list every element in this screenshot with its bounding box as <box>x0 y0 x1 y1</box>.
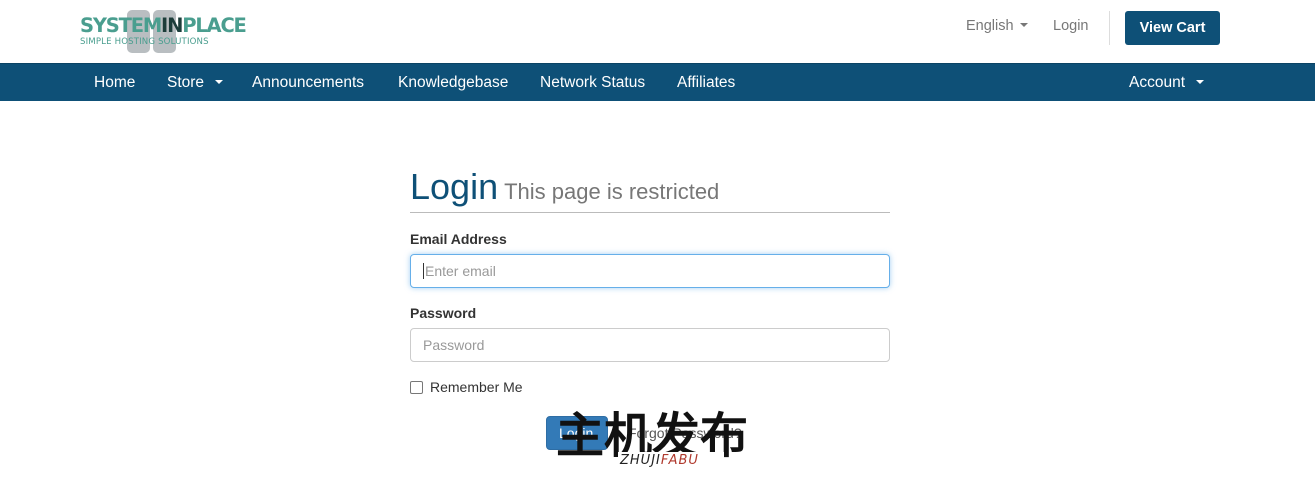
nav-item-home[interactable]: Home <box>94 64 135 101</box>
chevron-down-icon <box>1196 79 1205 84</box>
main-navbar: Home Store Announcements Knowledgebase N… <box>0 63 1315 101</box>
remember-me-checkbox[interactable] <box>410 380 423 394</box>
nav-item-network-status[interactable]: Network Status <box>540 64 645 101</box>
nav-item-affiliates[interactable]: Affiliates <box>677 64 735 101</box>
remember-me[interactable]: Remember Me <box>410 379 523 395</box>
nav-item-knowledgebase[interactable]: Knowledgebase <box>398 64 508 101</box>
email-placeholder: Enter email <box>425 263 496 279</box>
page-title: Login This page is restricted <box>410 166 719 208</box>
remember-me-label: Remember Me <box>430 379 523 395</box>
password-field[interactable]: Password <box>410 328 890 362</box>
view-cart-button[interactable]: View Cart <box>1125 11 1220 45</box>
login-heading: Login <box>410 166 499 207</box>
title-divider <box>410 212 890 213</box>
password-placeholder: Password <box>423 337 485 353</box>
email-field[interactable]: Enter email <box>410 254 890 288</box>
nav-item-store[interactable]: Store <box>167 64 224 101</box>
chevron-down-icon <box>215 79 224 84</box>
language-label: English <box>966 18 1014 34</box>
text-cursor <box>423 263 424 280</box>
site-header: SYSTEMINPLACE SIMPLE HOSTING SOLUTIONS E… <box>0 0 1315 63</box>
login-subheading: This page is restricted <box>504 179 720 204</box>
nav-item-label: Account <box>1129 74 1186 91</box>
chevron-down-icon <box>1019 23 1028 28</box>
nav-item-account[interactable]: Account <box>1129 64 1205 101</box>
header-divider <box>1109 11 1110 45</box>
email-label: Email Address <box>410 231 507 247</box>
nav-item-announcements[interactable]: Announcements <box>252 64 364 101</box>
logo-wordmark: SYSTEMINPLACE <box>80 14 247 37</box>
logo-tagline: SIMPLE HOSTING SOLUTIONS <box>80 37 209 47</box>
site-logo[interactable]: SYSTEMINPLACE SIMPLE HOSTING SOLUTIONS <box>80 10 247 54</box>
watermark-latin-text: ZHUJIFABU <box>618 452 724 470</box>
header-login-link[interactable]: Login <box>1053 18 1088 34</box>
password-label: Password <box>410 305 477 321</box>
watermark: 主机发布 ZHUJIFABU <box>556 408 761 470</box>
nav-item-label: Store <box>167 74 205 91</box>
language-dropdown[interactable]: English <box>966 18 1028 34</box>
